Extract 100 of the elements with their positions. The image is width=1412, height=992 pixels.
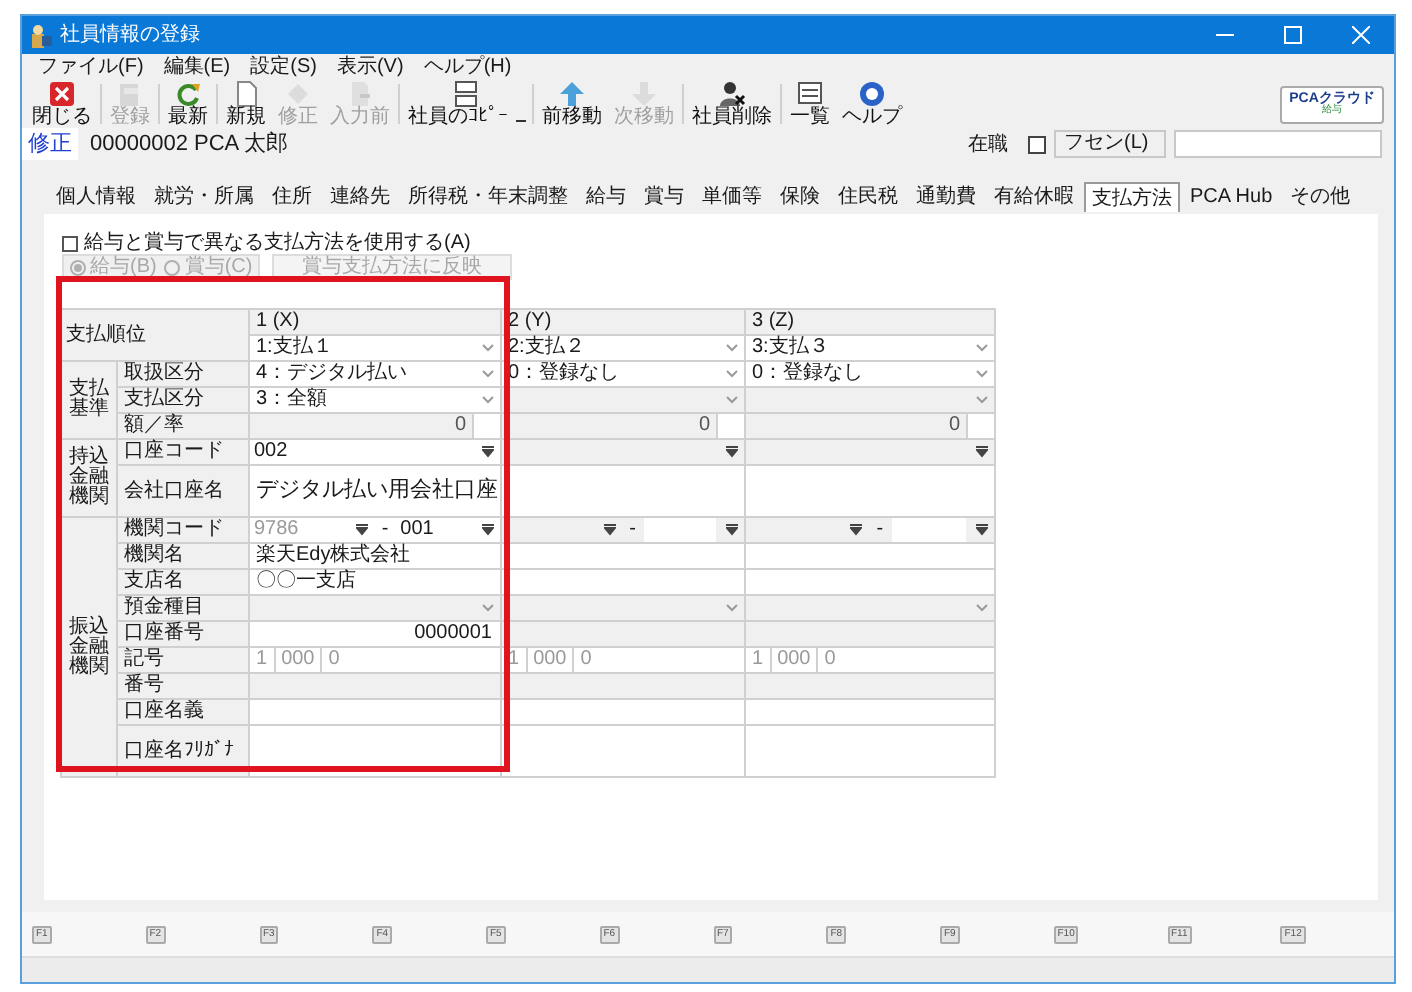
document-icon xyxy=(116,80,144,108)
lookup-icon xyxy=(850,524,863,536)
tab[interactable]: 個人情報 xyxy=(48,182,144,212)
app-icon xyxy=(30,23,52,47)
dropdown[interactable]: 0：登録なし xyxy=(746,362,994,386)
refresh-icon xyxy=(174,80,202,108)
tab[interactable]: 通勤費 xyxy=(908,182,984,212)
dash-separator: - xyxy=(379,518,390,542)
row-label: 口座番号 xyxy=(118,622,248,646)
text-field[interactable] xyxy=(502,544,744,568)
text-field[interactable]: 楽天Edy株式会社 xyxy=(250,544,500,568)
toolbar-button[interactable]: 社員削除 xyxy=(686,80,778,128)
row-label: 機関コード xyxy=(118,518,248,542)
lookup-button[interactable] xyxy=(476,441,500,463)
chevron-down-icon xyxy=(482,604,494,612)
menu-item[interactable]: 編集(E) xyxy=(163,54,231,80)
close-icon xyxy=(48,80,76,108)
toolbar-button[interactable]: 一覧 xyxy=(784,80,836,128)
row-label: 口座コード xyxy=(118,440,248,464)
chevron-down-icon xyxy=(482,344,494,352)
menu-item[interactable]: 表示(V) xyxy=(336,54,404,80)
toolbar-button[interactable]: 社員のｺﾋﾟｰ xyxy=(402,80,530,128)
page-icon xyxy=(232,80,260,108)
toolbar-button[interactable]: 最新 xyxy=(162,80,214,128)
tab[interactable]: 住所 xyxy=(264,182,320,212)
dash-separator: - xyxy=(874,518,886,542)
up-arrow-icon xyxy=(558,80,586,108)
checkbox[interactable] xyxy=(62,235,78,251)
checkbox[interactable] xyxy=(1028,135,1046,153)
tab[interactable]: 保険 xyxy=(772,182,828,212)
lookup-button[interactable] xyxy=(476,519,500,541)
text-field[interactable] xyxy=(746,570,994,594)
text-field[interactable] xyxy=(746,726,994,776)
row-label: 支払区分 xyxy=(118,388,248,412)
chevron-down-icon xyxy=(976,604,988,612)
status-label: 在職 xyxy=(968,131,1008,159)
text-field[interactable] xyxy=(502,466,744,516)
sticky-note-field[interactable] xyxy=(1174,130,1382,158)
dash-separator: - xyxy=(627,518,638,542)
tab[interactable]: 有給休暇 xyxy=(986,182,1082,212)
tab[interactable]: 連絡先 xyxy=(322,182,398,212)
chevron-down-icon xyxy=(726,370,738,378)
lookup-icon xyxy=(976,524,988,536)
code-field[interactable]: 002 xyxy=(250,440,500,464)
person-x-icon xyxy=(718,80,746,108)
lookup-icon xyxy=(976,446,988,458)
toolbar-button[interactable]: ヘルプ xyxy=(836,80,908,128)
tab[interactable]: 支払方法 xyxy=(1084,182,1180,212)
copy-icon xyxy=(452,80,480,108)
menu-item[interactable]: 設定(S) xyxy=(250,54,317,80)
menu-item[interactable]: ファイル(F) xyxy=(38,54,144,80)
caret-icon xyxy=(516,120,526,122)
row-label: 番号 xyxy=(118,674,248,698)
account-number-field[interactable]: 0000001 xyxy=(250,622,500,646)
text-field[interactable] xyxy=(502,570,744,594)
tab[interactable]: 賞与 xyxy=(636,182,692,212)
tab[interactable]: 住民税 xyxy=(830,182,906,212)
text-field[interactable]: 〇〇一支店 xyxy=(250,570,500,594)
toolbar-button[interactable]: 閉じる xyxy=(26,80,98,128)
text-field[interactable]: デジタル払い用会社口座 xyxy=(250,466,500,516)
tab[interactable]: 単価等 xyxy=(694,182,770,212)
row-label: 記号 xyxy=(118,648,248,672)
menu-item[interactable]: ヘルプ(H) xyxy=(423,54,512,80)
tab[interactable]: 所得税・年末調整 xyxy=(400,182,576,212)
lookup-icon xyxy=(726,524,738,536)
chevron-down-icon xyxy=(482,370,494,378)
group-label: 振込金融機関 xyxy=(69,617,109,677)
help-icon xyxy=(858,80,886,108)
document-icon xyxy=(346,80,374,108)
radio-label: 賞与(C) xyxy=(184,256,253,278)
close-icon xyxy=(1351,26,1369,44)
text-field[interactable] xyxy=(250,700,500,724)
chevron-down-icon xyxy=(726,344,738,352)
chevron-down-icon xyxy=(726,604,738,612)
tab[interactable]: 給与 xyxy=(578,182,634,212)
minimize-icon xyxy=(1215,34,1233,36)
text-field[interactable] xyxy=(746,544,994,568)
tab[interactable]: 就労・所属 xyxy=(146,182,262,212)
text-field[interactable] xyxy=(746,466,994,516)
dropdown[interactable]: 3:支払３ xyxy=(746,336,994,360)
lookup-icon xyxy=(482,524,494,536)
toolbar-button[interactable]: 前移動 xyxy=(536,80,608,128)
text-field[interactable] xyxy=(502,700,744,724)
tab[interactable]: PCA Hub xyxy=(1182,182,1281,212)
list-icon xyxy=(796,80,824,108)
dropdown[interactable]: 4：デジタル払い xyxy=(250,362,500,386)
toolbar-button[interactable]: 新規 xyxy=(220,80,272,128)
tab[interactable]: その他 xyxy=(1282,182,1359,212)
column-heading: 3 (Z) xyxy=(746,310,994,334)
chevron-down-icon xyxy=(976,396,988,404)
mode-label: 修正 xyxy=(22,128,78,160)
chevron-down-icon xyxy=(976,344,988,352)
sticky-note-label: フセン(L) xyxy=(1054,130,1166,158)
checkbox-label: 給与と賞与で異なる支払方法を使用する(A) xyxy=(84,229,471,255)
text-field[interactable] xyxy=(502,726,744,776)
group-label: 持込金融機関 xyxy=(69,448,109,508)
dropdown[interactable]: 3：全額 xyxy=(250,388,500,412)
text-field[interactable] xyxy=(746,700,994,724)
dropdown[interactable]: 1:支払１ xyxy=(250,336,500,360)
chevron-down-icon xyxy=(726,396,738,404)
